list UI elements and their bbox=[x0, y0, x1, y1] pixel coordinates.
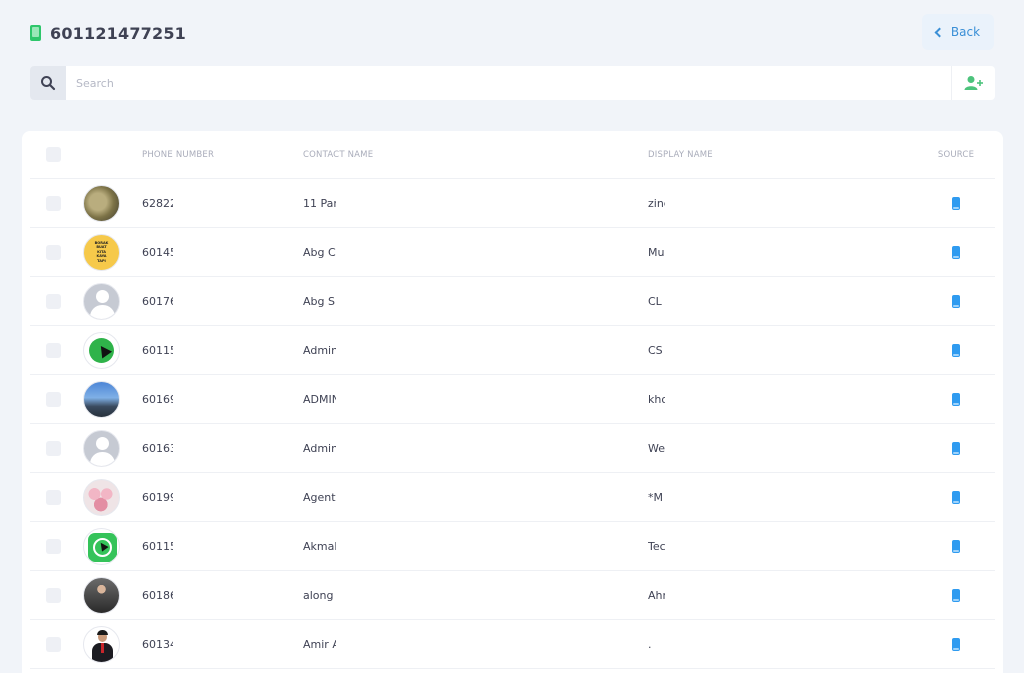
select-all-checkbox[interactable] bbox=[46, 147, 61, 162]
avatar bbox=[83, 331, 120, 369]
phone-number: 60163 bbox=[142, 441, 173, 455]
avatar bbox=[83, 527, 120, 565]
phone-number: 60169 bbox=[142, 392, 173, 406]
phone-source-icon bbox=[952, 196, 960, 210]
table-row[interactable]: 60134 Amir A . bbox=[30, 620, 995, 669]
phone-source-icon bbox=[952, 588, 960, 602]
table-row[interactable]: 60176 Abg S CL I bbox=[30, 277, 995, 326]
table-row[interactable]: 60115 Admin CS bbox=[30, 326, 995, 375]
display-name: Ahr bbox=[648, 588, 665, 602]
add-contact-button[interactable] bbox=[951, 66, 995, 100]
display-name: kho bbox=[648, 392, 665, 406]
contact-name: Abg C bbox=[303, 245, 336, 259]
page-title: 601121477251 bbox=[50, 23, 186, 43]
avatar bbox=[83, 380, 120, 418]
display-name: Mu bbox=[648, 245, 665, 259]
column-phone-number: PHONE NUMBER bbox=[142, 149, 215, 160]
table-row[interactable]: 60199 Agent *M bbox=[30, 473, 995, 522]
add-user-icon bbox=[964, 76, 983, 90]
avatar bbox=[83, 478, 120, 516]
display-name: *M bbox=[648, 490, 663, 504]
avatar: BORAK BUAT KITA KAYA TAPI bbox=[83, 233, 120, 271]
phone-source-icon bbox=[952, 441, 960, 455]
avatar bbox=[83, 625, 120, 663]
display-name: . bbox=[648, 637, 652, 651]
phone-source-icon bbox=[952, 294, 960, 308]
phone-number: 60115 bbox=[142, 539, 173, 553]
phone-source-icon bbox=[952, 539, 960, 553]
contact-name: Abg S bbox=[303, 294, 335, 308]
column-contact-name: CONTACT NAME bbox=[303, 149, 374, 160]
display-name: CL I bbox=[648, 294, 665, 308]
table-row[interactable]: 60115 Akmal Tec bbox=[30, 522, 995, 571]
contacts-table-card: PHONE NUMBER CONTACT NAME DISPLAY NAME S… bbox=[22, 131, 1003, 673]
contact-name: along bbox=[303, 588, 334, 602]
search-bar bbox=[30, 66, 995, 100]
row-checkbox[interactable] bbox=[46, 195, 61, 211]
row-checkbox[interactable] bbox=[46, 636, 61, 652]
phone-source-icon bbox=[952, 245, 960, 259]
page-header: 601121477251 Back bbox=[30, 14, 994, 50]
phone-number: 60145 bbox=[142, 245, 173, 259]
phone-number: 60134 bbox=[142, 637, 173, 651]
avatar bbox=[83, 184, 120, 222]
phone-number: 60115 bbox=[142, 343, 173, 357]
phone-icon bbox=[30, 25, 41, 41]
contact-name: Amir A bbox=[303, 637, 336, 651]
phone-source-icon bbox=[952, 490, 960, 504]
row-checkbox[interactable] bbox=[46, 587, 61, 603]
avatar bbox=[83, 576, 120, 614]
display-name: zinc bbox=[648, 196, 665, 210]
table-row[interactable]: 62822 11 Pane zinc bbox=[30, 179, 995, 228]
back-button[interactable]: Back bbox=[922, 14, 994, 50]
row-checkbox[interactable] bbox=[46, 440, 61, 456]
contact-name: Akmal bbox=[303, 539, 336, 553]
avatar bbox=[83, 429, 120, 467]
column-display-name: DISPLAY NAME bbox=[648, 149, 713, 160]
chevron-left-icon bbox=[934, 27, 945, 38]
phone-number: 60176 bbox=[142, 294, 173, 308]
table-header: PHONE NUMBER CONTACT NAME DISPLAY NAME S… bbox=[30, 131, 995, 179]
phone-number: 60199 bbox=[142, 490, 173, 504]
phone-source-icon bbox=[952, 392, 960, 406]
avatar bbox=[83, 282, 120, 320]
display-name: CS bbox=[648, 343, 663, 357]
row-checkbox[interactable] bbox=[46, 489, 61, 505]
row-checkbox[interactable] bbox=[46, 293, 61, 309]
contact-name: Admin bbox=[303, 441, 336, 455]
search-button[interactable] bbox=[30, 66, 66, 100]
phone-source-icon bbox=[952, 637, 960, 651]
display-name: We bbox=[648, 441, 665, 455]
contact-name: Agent bbox=[303, 490, 336, 504]
contact-name: ADMIN bbox=[303, 392, 336, 406]
table-row[interactable]: BORAK BUAT KITA KAYA TAPI 60145 Abg C Mu bbox=[30, 228, 995, 277]
search-input[interactable] bbox=[66, 66, 951, 100]
row-checkbox[interactable] bbox=[46, 391, 61, 407]
column-source: SOURCE bbox=[937, 149, 975, 160]
contact-name: 11 Pane bbox=[303, 196, 336, 210]
phone-number: 62822 bbox=[142, 196, 173, 210]
phone-number: 60186 bbox=[142, 588, 173, 602]
display-name: Tec bbox=[648, 539, 665, 553]
search-icon bbox=[41, 76, 56, 91]
back-button-label: Back bbox=[950, 25, 981, 39]
row-checkbox[interactable] bbox=[46, 342, 61, 358]
table-row[interactable]: 60186 along Ahr bbox=[30, 571, 995, 620]
table-row[interactable]: 60169 ADMIN kho bbox=[30, 375, 995, 424]
contact-name: Admin bbox=[303, 343, 336, 357]
table-row[interactable]: 60163 Admin We bbox=[30, 424, 995, 473]
row-checkbox[interactable] bbox=[46, 538, 61, 554]
phone-source-icon bbox=[952, 343, 960, 357]
row-checkbox[interactable] bbox=[46, 244, 61, 260]
